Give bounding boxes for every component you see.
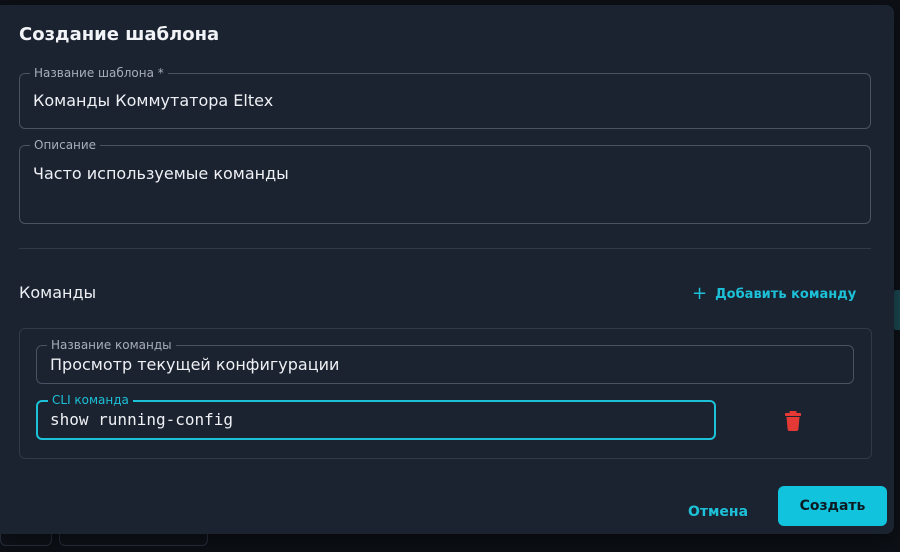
background-tab xyxy=(894,290,900,330)
command-name-value: Просмотр текущей конфигурации xyxy=(50,355,340,374)
cli-command-value: show running-config xyxy=(50,410,234,429)
plus-icon: + xyxy=(692,283,708,304)
create-button[interactable]: Создать xyxy=(778,486,887,526)
cli-command-field[interactable]: CLI команда show running-config xyxy=(36,392,716,440)
add-command-label: Добавить команду xyxy=(715,286,857,302)
create-template-dialog: Создание шаблона Название шаблона * Кома… xyxy=(0,5,894,534)
cancel-button[interactable]: Отмена xyxy=(680,494,756,530)
description-value: Часто используемые команды xyxy=(33,164,289,183)
add-command-button[interactable]: + Добавить команду xyxy=(692,283,856,305)
dialog-title: Создание шаблона xyxy=(19,24,220,45)
trash-icon xyxy=(785,411,801,431)
template-name-label: Название шаблона * xyxy=(30,65,168,81)
commands-section-title: Команды xyxy=(19,283,97,302)
section-divider xyxy=(19,248,871,249)
template-name-field[interactable]: Название шаблона * Команды Коммутатора E… xyxy=(19,65,871,129)
cli-command-label: CLI команда xyxy=(48,392,133,408)
command-name-label: Название команды xyxy=(47,337,176,353)
delete-command-button[interactable] xyxy=(781,409,805,433)
description-label: Описание xyxy=(30,137,101,153)
description-field[interactable]: Описание Часто используемые команды xyxy=(19,137,871,224)
template-name-value: Команды Коммутатора Eltex xyxy=(33,91,274,110)
command-name-field[interactable]: Название команды Просмотр текущей конфиг… xyxy=(36,337,854,384)
